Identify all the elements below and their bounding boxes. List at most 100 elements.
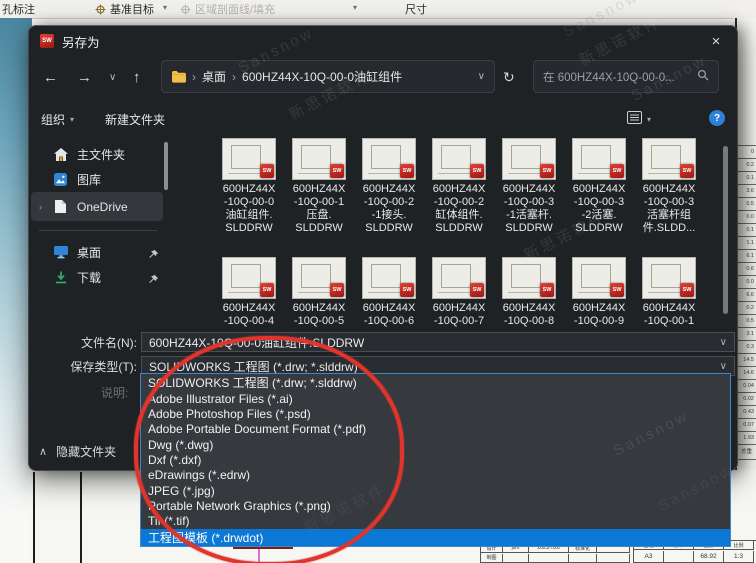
bg-table-row: 1.93 [737, 432, 756, 445]
file-item[interactable]: SW600HZ44X-10Q-00-5 [286, 257, 352, 328]
file-item[interactable]: SW600HZ44X-10Q-00-0油缸组件.SLDDRW [216, 138, 282, 235]
file-name-line: 件.SLDD... [636, 222, 702, 235]
thumbnail-drawing-shape [301, 264, 331, 288]
red-annotation-ellipse [134, 336, 404, 563]
refresh-icon[interactable]: ↻ [503, 56, 515, 98]
file-name-line: 600HZ44X [216, 302, 282, 315]
sidebar-item-gallery[interactable]: 图库 [31, 167, 163, 192]
new-folder-button[interactable]: 新建文件夹 [105, 106, 165, 132]
file-name-line: -1接头. [356, 209, 422, 222]
breadcrumb-dropdown-icon[interactable]: ∨ [478, 71, 485, 82]
file-name-line: SLDDRW [216, 222, 282, 235]
pin-icon [148, 272, 159, 283]
download-icon [53, 271, 68, 285]
home-icon [53, 148, 68, 162]
view-mode-button[interactable]: ▾ [627, 106, 651, 132]
sidebar-item-desktop[interactable]: 桌面 [31, 240, 163, 265]
file-name-line: 600HZ44X [356, 183, 422, 196]
bg-table-row: 0.2 [737, 159, 756, 172]
file-name-line: SLDDRW [356, 222, 422, 235]
close-icon[interactable]: × [705, 31, 727, 51]
breadcrumb-item[interactable]: 600HZ44X-10Q-00-0油缸组件 [242, 68, 402, 85]
recent-locations-icon[interactable]: ∨ [109, 56, 116, 98]
hide-folders-button[interactable]: ∧ 隐藏文件夹 [39, 438, 116, 464]
bg-table-row: 0.5 [737, 198, 756, 211]
file-item[interactable]: SW600HZ44X-10Q-00-8 [496, 257, 562, 328]
thumbnail-drawing-shape [301, 145, 331, 169]
file-item[interactable]: SW600HZ44X-10Q-00-2缸体组件.SLDDRW [426, 138, 492, 235]
file-name-line: -10Q-00-2 [426, 196, 492, 209]
organize-button[interactable]: 组织 ▾ [41, 106, 74, 132]
file-item[interactable]: SW 600HZ44X-10Q-00-4 [216, 257, 282, 328]
bg-table-row: 3.6 [737, 185, 756, 198]
file-name-line: -10Q-00-4 [216, 315, 282, 328]
breadcrumb-separator-icon: › [192, 70, 196, 84]
sidebar-item-label: OneDrive [77, 200, 128, 214]
breadcrumb[interactable]: ›桌面›600HZ44X-10Q-00-0油缸组件 ∨ [161, 60, 495, 93]
toolbar-item[interactable]: 区域剖面线/填充 [180, 0, 275, 18]
forward-icon[interactable]: → [77, 56, 92, 98]
chevron-up-icon: ∧ [39, 445, 47, 458]
file-thumbnail: SW [432, 138, 486, 180]
toolbar-item[interactable]: 尺寸 [405, 0, 427, 18]
savetype-chevron-icon[interactable]: ∨ [720, 361, 727, 372]
sidebar-item-home[interactable]: 主文件夹 [31, 142, 163, 167]
file-thumbnail: SW [362, 138, 416, 180]
thumbnail-drawing-shape [651, 145, 681, 169]
file-item[interactable]: SW600HZ44X-10Q-00-3-1活塞杆.SLDDRW [496, 138, 562, 235]
file-name-line: SLDDRW [426, 222, 492, 235]
file-name-line: -10Q-00-8 [496, 315, 562, 328]
savetype-label: 保存类型(T): [47, 358, 137, 375]
up-icon[interactable]: ↑ [133, 56, 141, 98]
file-name-line: -10Q-00-9 [566, 315, 632, 328]
bg-table-row: 0.3 [737, 341, 756, 354]
breadcrumb-item[interactable]: 桌面 [202, 68, 226, 85]
sidebar-scrollbar[interactable] [164, 142, 168, 190]
drawing-line [33, 472, 35, 563]
titleblock-cell [569, 554, 597, 563]
help-icon[interactable]: ? [709, 110, 725, 126]
file-name-line: 600HZ44X [286, 183, 352, 196]
file-list-scrollbar[interactable] [723, 146, 728, 314]
file-item[interactable]: SW 600HZ44X-10Q-00-9 [566, 257, 632, 328]
navigation-row: ← → ∨ ↑ ›桌面›600HZ44X-10Q-00-0油缸组件 ∨ ↻ 在 … [29, 56, 737, 98]
caret-down-icon[interactable]: ▾ [353, 3, 357, 12]
file-item[interactable]: SW600HZ44X-10Q-00-3-2活塞.SLDDRW [566, 138, 632, 235]
filename-chevron-icon[interactable]: ∨ [720, 337, 727, 348]
bg-table-row: 0.5 [737, 315, 756, 328]
file-item[interactable]: SW600HZ44X-10Q-00-1 [636, 257, 702, 328]
sidebar-item-onedrive[interactable]: › OneDrive [31, 192, 163, 221]
file-name-line: -10Q-00-5 [286, 315, 352, 328]
file-thumbnail: SW [222, 257, 276, 299]
sidebar-item-download[interactable]: 下载 [31, 265, 163, 290]
bg-table-row: 0.07 [737, 419, 756, 432]
caret-down-icon[interactable]: ▾ [163, 3, 167, 12]
file-thumbnail: SW [502, 138, 556, 180]
file-name-line: 600HZ44X [426, 302, 492, 315]
titleblock-value-cell [664, 551, 694, 563]
thumbnail-drawing-shape [441, 264, 471, 288]
solidworks-file-badge-icon: SW [610, 283, 624, 297]
file-item[interactable]: SW600HZ44X-10Q-00-3活塞杆组件.SLDD... [636, 138, 702, 235]
file-item[interactable]: SW600HZ44X-10Q-00-1压盘.SLDDRW [286, 138, 352, 235]
dialog-titlebar: SW 另存为 × [29, 26, 737, 56]
search-input[interactable]: 在 600HZ44X-10Q-00-0... [533, 60, 719, 93]
file-name-line: -10Q-00-3 [636, 196, 702, 209]
bg-table-row: 0.04 [737, 380, 756, 393]
pin-icon [148, 247, 159, 258]
expand-chevron-icon[interactable]: › [39, 202, 53, 212]
file-thumbnail: SW [292, 257, 346, 299]
dialog-title: 另存为 [62, 32, 100, 51]
toolbar-item[interactable]: 基准目标 [95, 0, 154, 18]
bg-table-row: 6.6 [737, 289, 756, 302]
file-name-line: 600HZ44X [426, 183, 492, 196]
file-name-label: 600HZ44X-10Q-00-9 [566, 302, 632, 328]
hide-folders-label: 隐藏文件夹 [56, 443, 116, 460]
file-item[interactable]: SW600HZ44X-10Q-00-7 [426, 257, 492, 328]
back-icon[interactable]: ← [43, 56, 58, 98]
file-item[interactable]: SW600HZ44X-10Q-00-6 [356, 257, 422, 328]
toolbar-item[interactable]: 孔标注 [2, 0, 35, 18]
file-name-label: 600HZ44X-10Q-00-1 [636, 302, 702, 328]
file-name-line: SLDDRW [286, 222, 352, 235]
file-item[interactable]: SW600HZ44X-10Q-00-2-1接头.SLDDRW [356, 138, 422, 235]
